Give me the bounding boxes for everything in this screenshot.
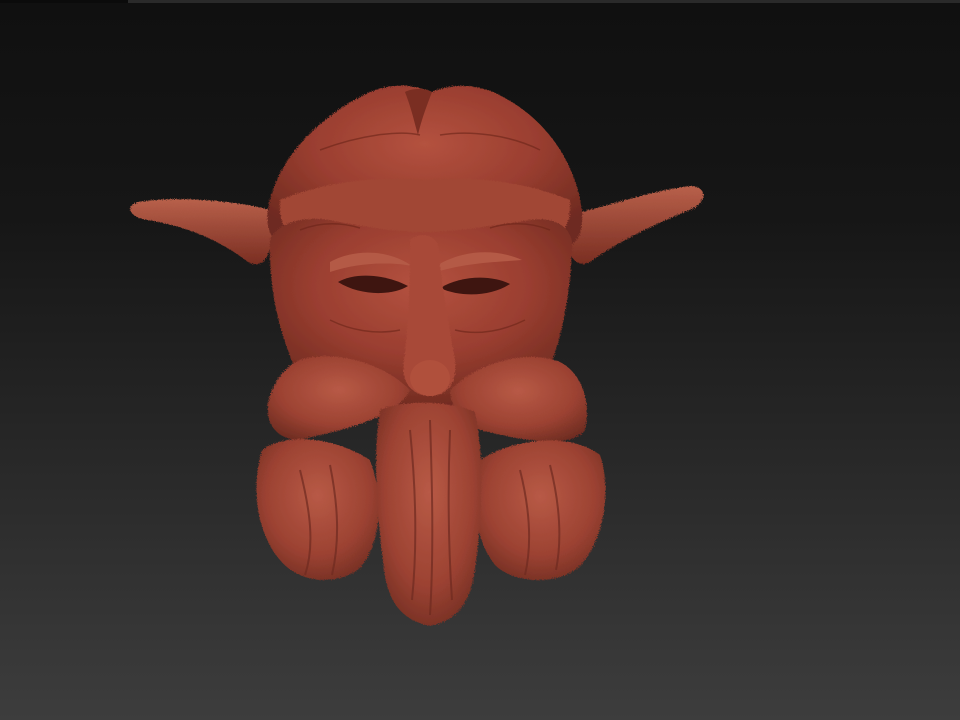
beard-center-braid bbox=[376, 402, 482, 626]
beard-right-lobe bbox=[475, 440, 606, 581]
right-horn bbox=[567, 186, 704, 264]
sculpted-dwarf-head-model[interactable] bbox=[0, 0, 960, 720]
beard-left-lobe bbox=[256, 439, 379, 580]
left-horn bbox=[130, 199, 273, 265]
nose-tip bbox=[410, 360, 450, 396]
sculpt-viewport[interactable] bbox=[0, 0, 960, 720]
